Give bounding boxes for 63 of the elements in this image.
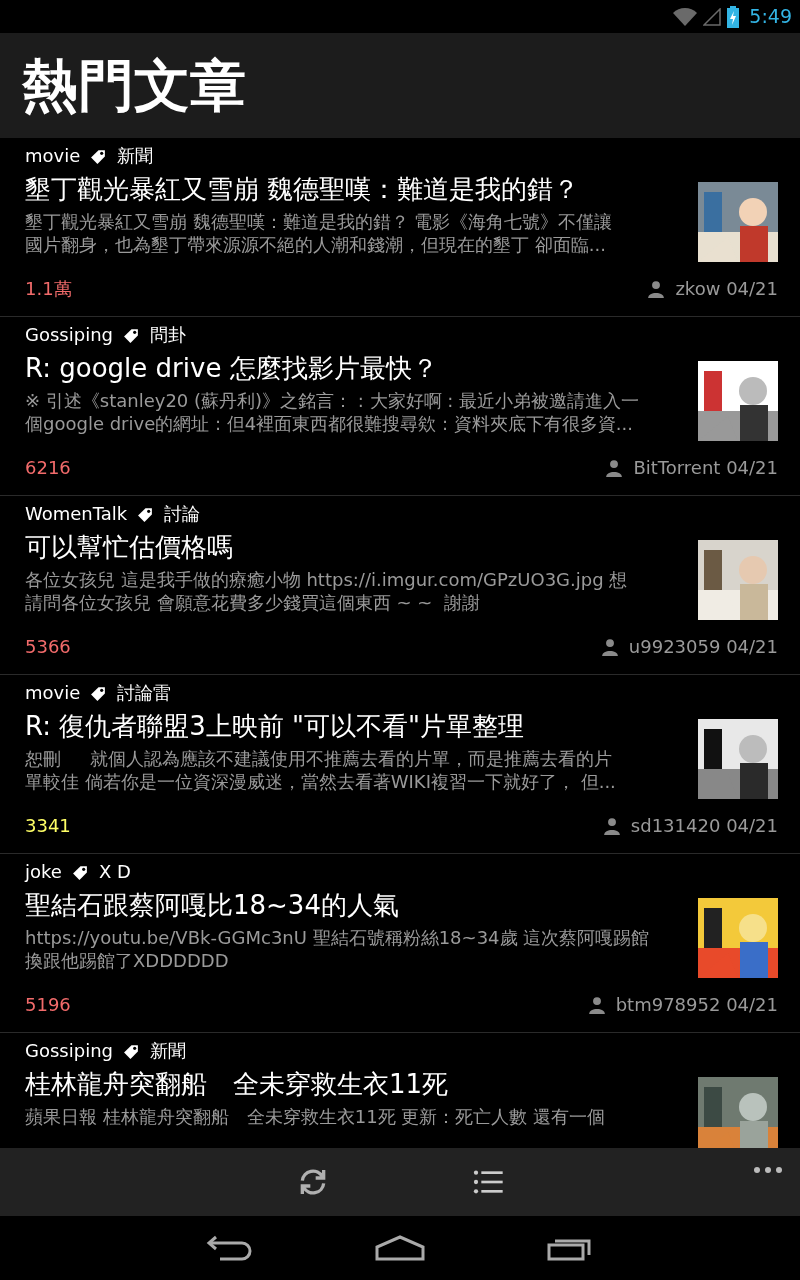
- article-snippet: https://youtu.be/VBk-GGMc3nU 聖結石號稱粉絲18~34歲 這次蔡阿嘎踢館: [25, 926, 651, 949]
- wifi-icon: [673, 7, 698, 26]
- view-count: 5366: [25, 635, 71, 659]
- article-tag: 問卦: [150, 325, 186, 345]
- article-title: 墾丁觀光暴紅又雪崩 魏德聖嘆：難道是我的錯？: [25, 173, 581, 206]
- tag-icon: [90, 147, 108, 165]
- person-icon: [587, 995, 606, 1014]
- page-title: 熱門文章: [22, 53, 246, 118]
- person-icon: [602, 816, 621, 835]
- article-snippet: 墾丁觀光暴紅又雪崩 魏德聖嘆：難道是我的錯？ 電影《海角七號》不僅讓: [25, 210, 614, 233]
- signal-icon: [703, 7, 722, 26]
- article-snippet: 個google drive的網址 : 但4裡面東西都很難搜尋欸 : 資料夾底下有很多資...: [25, 412, 634, 435]
- article-tag: 討論: [164, 504, 201, 524]
- home-icon: [375, 1235, 425, 1261]
- tag-icon: [123, 1042, 140, 1060]
- article-tag: 討論雷: [117, 683, 172, 703]
- article-tag: 新聞: [150, 1041, 186, 1061]
- article-snippet: 各位女孩兒 這是我手做的療癒小物 https://i.imgur.com/GPzUO3G.jpg 想: [25, 568, 629, 591]
- article-title: R: google drive 怎麼找影片最快？: [25, 352, 439, 385]
- author-date: zkow 04/21: [675, 277, 778, 301]
- author-date: BitTorrent 04/21: [633, 456, 778, 480]
- article-title: 桂林龍舟突翻船 全未穿救生衣11死: [25, 1068, 450, 1101]
- board-name: movie: [25, 683, 81, 703]
- person-icon: [647, 279, 666, 298]
- article-snippet: ※ 引述《stanley20 (蘇丹利)》之銘言： : 大家好啊 : 最近小弟被邀請進入一: [25, 389, 641, 412]
- board-name: joke: [25, 862, 62, 882]
- article-snippet: 恕刪 就個人認為應該不建議使用不推薦去看的片單，而是推薦去看的片: [25, 747, 613, 770]
- article-tag: X D: [98, 862, 131, 882]
- author-date: sd131420 04/21: [630, 814, 778, 838]
- clock: 5:49: [749, 4, 792, 30]
- article-item[interactable]: Gossiping 問卦 R: google drive 怎麼找影片最快？ ※ 引述《stanley20 (蘇丹利)》之銘言： : 大家好啊 : 最近小弟被邀請進入一 個google drive的網址 : 但4裡面東西都很難搜尋欸 : 資料夾底下有很多資... 6216 BitTorrent 04/21: [0, 317, 800, 496]
- board-name: WomenTalk: [25, 504, 128, 524]
- view-count: 3341: [25, 814, 71, 838]
- author-date: u9923059 04/21: [628, 635, 778, 659]
- view-count: 6216: [25, 456, 71, 480]
- battery-icon: [727, 5, 740, 28]
- article-snippet: 單較佳 倘若你是一位資深漫威迷，當然去看著WIKI複習一下就好了， 但...: [25, 770, 617, 793]
- person-icon: [605, 458, 624, 477]
- article-snippet: 國片翻身，也為墾丁帶來源源不絕的人潮和錢潮，但現在的墾丁 卻面臨...: [25, 233, 607, 256]
- article-title: 聖結石跟蔡阿嘎比18~34的人氣: [25, 889, 400, 922]
- article-item[interactable]: joke X D 聖結石跟蔡阿嘎比18~34的人氣 https://youtu.be/VBk-GGMc3nU 聖結石號稱粉絲18~34歲 這次蔡阿嘎踢館 換跟他踢館了XDDDDDD 5196 btm978952 04/21: [0, 854, 800, 1033]
- article-title: 可以幫忙估價格嗎: [25, 531, 234, 564]
- article-item[interactable]: movie 新聞 墾丁觀光暴紅又雪崩 魏德聖嘆：難道是我的錯？ 墾丁觀光暴紅又雪崩 魏德聖嘆：難道是我的錯？ 電影《海角七號》不僅讓 國片翻身，也為墾丁帶來源源不絕的人潮和錢潮，但現在的墾丁 卻面臨... 1.1萬 zkow 04/21: [0, 138, 800, 317]
- article-tag: 新聞: [117, 146, 154, 166]
- tag-icon: [123, 326, 140, 344]
- tag-icon: [71, 863, 89, 881]
- person-icon: [600, 637, 619, 656]
- article-item[interactable]: movie 討論雷 R: 復仇者聯盟3上映前 "可以不看"片單整理 恕刪 就個人認為應該不建議使用不推薦去看的片單，而是推薦去看的片 單較佳 倘若你是一位資深漫威迷，當然去看著WIKI複習一下就好了， 但... 3341 sd131420 04/21: [0, 675, 800, 854]
- board-name: movie: [25, 146, 81, 166]
- view-count: 1.1萬: [25, 277, 72, 301]
- article-title: R: 復仇者聯盟3上映前 "可以不看"片單整理: [25, 710, 525, 743]
- more-icon: [753, 1166, 783, 1174]
- board-name: Gossiping: [25, 325, 113, 345]
- back-icon: [206, 1235, 254, 1261]
- article-snippet: 蘋果日報 桂林龍舟突翻船 全未穿救生衣11死 更新：死亡人數 還有一個: [25, 1105, 607, 1128]
- board-name: Gossiping: [25, 1041, 113, 1061]
- article-snippet: 請問各位女孩兒 會願意花費多少錢買這個東西 ~ ~ 謝謝: [25, 591, 481, 614]
- article-snippet: 換跟他踢館了XDDDDDD: [25, 949, 230, 972]
- view-count: 5196: [25, 993, 71, 1017]
- author-date: btm978952 04/21: [615, 993, 778, 1017]
- tag-icon: [137, 505, 155, 523]
- article-item[interactable]: WomenTalk 討論 可以幫忙估價格嗎 各位女孩兒 這是我手做的療癒小物 https://i.imgur.com/GPzUO3G.jpg 想 請問各位女孩兒 會願意花費多少錢買這個東西 ~ ~ 謝謝 5366 u9923059 04/21: [0, 496, 800, 675]
- tag-icon: [90, 684, 108, 702]
